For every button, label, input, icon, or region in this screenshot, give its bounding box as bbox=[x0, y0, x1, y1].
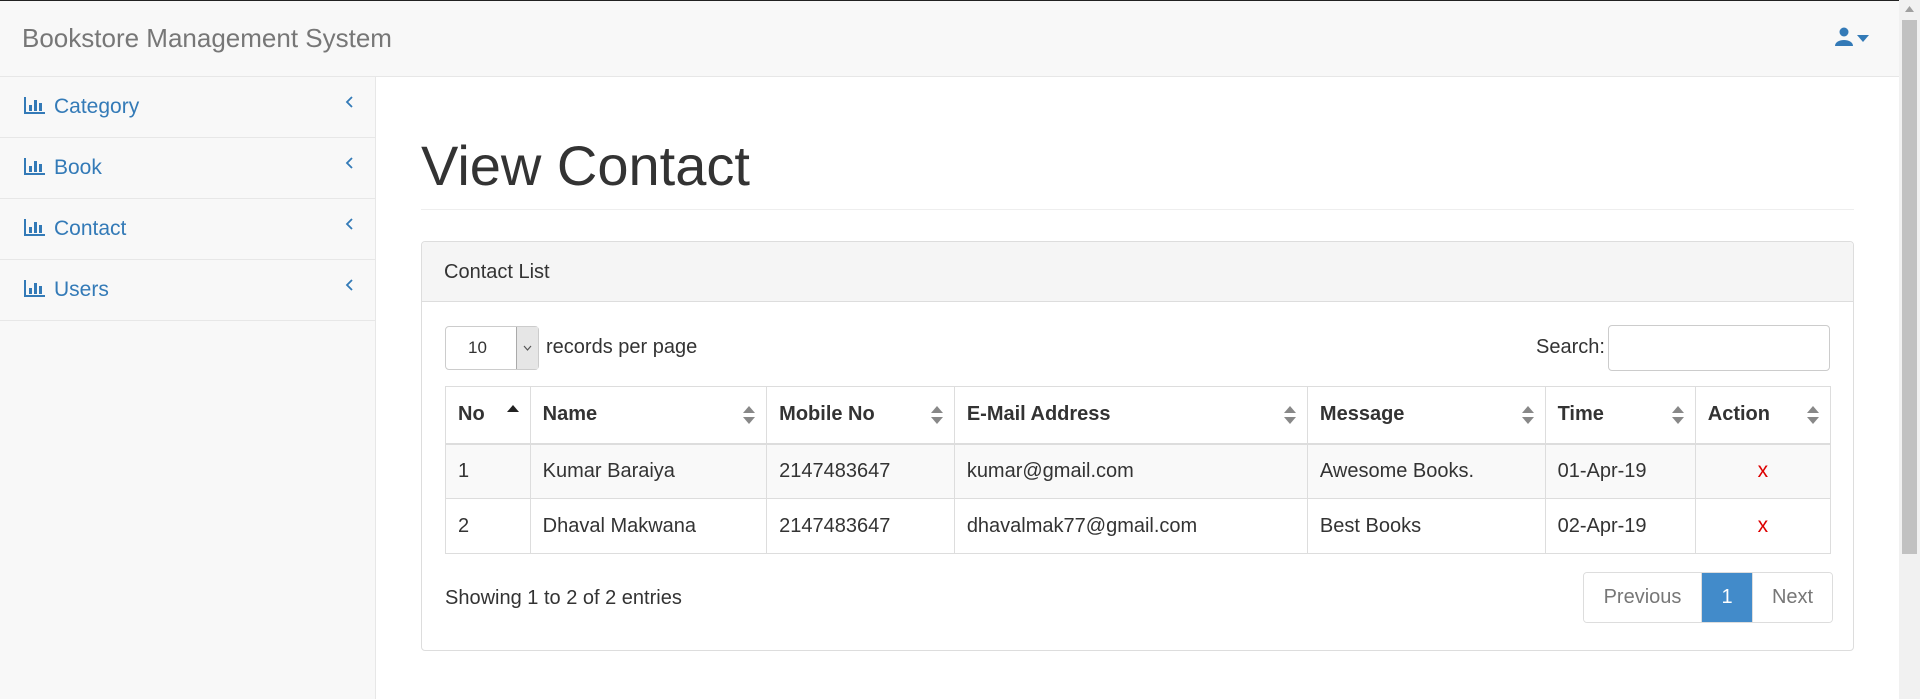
app-title[interactable]: Bookstore Management System bbox=[22, 23, 392, 54]
page-1-button[interactable]: 1 bbox=[1702, 573, 1752, 622]
cell-name: Kumar Baraiya bbox=[529, 443, 768, 499]
next-page-button[interactable]: Next bbox=[1752, 573, 1832, 622]
sidebar-item-label: Contact bbox=[54, 217, 127, 240]
user-icon bbox=[1835, 27, 1853, 51]
records-per-page-select[interactable]: 10 bbox=[445, 326, 539, 370]
sort-icon bbox=[1521, 405, 1535, 431]
caret-down-icon bbox=[1857, 30, 1869, 48]
chevron-left-icon bbox=[345, 156, 353, 174]
cell-email: dhavalmak77@gmail.com bbox=[953, 498, 1308, 554]
column-header-label: Name bbox=[542, 403, 598, 426]
sort-icon bbox=[1671, 405, 1685, 431]
sidebar-item-label: Book bbox=[54, 156, 102, 179]
cell-mobile: 2147483647 bbox=[766, 498, 955, 554]
table-row: 1 Kumar Baraiya 2147483647 kumar@gmail.c… bbox=[445, 443, 1832, 499]
cell-name: Dhaval Makwana bbox=[529, 498, 768, 554]
records-per-page-label: records per page bbox=[546, 336, 698, 358]
bar-chart-icon bbox=[24, 96, 46, 119]
column-header-label: Time bbox=[1557, 403, 1604, 426]
column-header-label: Mobile No bbox=[779, 403, 875, 426]
cell-no: 2 bbox=[445, 498, 531, 554]
column-header-email[interactable]: E-Mail Address bbox=[953, 386, 1308, 445]
sort-icon bbox=[1806, 405, 1820, 431]
column-header-label: Message bbox=[1319, 403, 1405, 426]
user-menu-button[interactable] bbox=[1835, 27, 1869, 51]
records-per-page-value: 10 bbox=[468, 338, 487, 357]
sidebar-item-book[interactable]: Book bbox=[0, 138, 375, 199]
column-header-time[interactable]: Time bbox=[1544, 386, 1696, 445]
column-header-label: No bbox=[458, 403, 485, 426]
search-label: Search: bbox=[1536, 336, 1605, 358]
sidebar: Category Book Contact Users bbox=[0, 77, 376, 699]
search-input[interactable] bbox=[1608, 325, 1830, 371]
chevron-left-icon bbox=[345, 95, 353, 113]
cell-action: x bbox=[1694, 443, 1832, 499]
divider bbox=[421, 209, 1854, 210]
table-header-row: No Name Mobile No E-Mail Address Message… bbox=[445, 386, 1832, 445]
sort-icon bbox=[742, 405, 756, 431]
vertical-scrollbar[interactable] bbox=[1899, 0, 1920, 699]
cell-message: Awesome Books. bbox=[1306, 443, 1546, 499]
cell-no: 1 bbox=[445, 443, 531, 499]
sidebar-item-users[interactable]: Users bbox=[0, 260, 375, 321]
cell-email: kumar@gmail.com bbox=[953, 443, 1308, 499]
scrollbar-thumb[interactable] bbox=[1902, 20, 1917, 554]
table-row: 2 Dhaval Makwana 2147483647 dhavalmak77@… bbox=[445, 498, 1832, 554]
column-header-action[interactable]: Action bbox=[1694, 386, 1832, 445]
chevron-left-icon bbox=[345, 217, 353, 235]
sidebar-item-label: Users bbox=[54, 278, 109, 301]
sidebar-item-category[interactable]: Category bbox=[0, 77, 375, 138]
sidebar-item-label: Category bbox=[54, 95, 140, 118]
delete-button[interactable]: x bbox=[1758, 459, 1769, 482]
sort-ascending-icon bbox=[506, 405, 520, 431]
delete-button[interactable]: x bbox=[1758, 514, 1769, 537]
sort-icon bbox=[930, 405, 944, 431]
cell-time: 01-Apr-19 bbox=[1544, 443, 1696, 499]
bar-chart-icon bbox=[24, 218, 46, 241]
column-header-label: Action bbox=[1707, 403, 1770, 426]
column-header-message[interactable]: Message bbox=[1306, 386, 1546, 445]
sort-icon bbox=[1283, 405, 1297, 431]
contact-list-panel: Contact List 10 records per page Search:… bbox=[421, 241, 1854, 651]
bar-chart-icon bbox=[24, 157, 46, 180]
page-title: View Contact bbox=[421, 134, 750, 197]
column-header-mobile[interactable]: Mobile No bbox=[766, 386, 955, 445]
navbar: Bookstore Management System bbox=[0, 0, 1899, 77]
chevron-left-icon bbox=[345, 278, 353, 296]
chevron-down-icon bbox=[516, 327, 538, 369]
cell-mobile: 2147483647 bbox=[766, 443, 955, 499]
main-content: View Contact Contact List 10 records per… bbox=[376, 77, 1899, 699]
column-header-label: E-Mail Address bbox=[966, 403, 1111, 426]
bar-chart-icon bbox=[24, 279, 46, 302]
previous-page-button[interactable]: Previous bbox=[1584, 573, 1702, 622]
panel-title: Contact List bbox=[422, 242, 1853, 302]
pagination: Previous 1 Next bbox=[1583, 572, 1833, 623]
cell-time: 02-Apr-19 bbox=[1544, 498, 1696, 554]
scroll-up-arrow-icon[interactable] bbox=[1899, 0, 1920, 17]
column-header-no[interactable]: No bbox=[445, 386, 531, 445]
sidebar-item-contact[interactable]: Contact bbox=[0, 199, 375, 260]
cell-action: x bbox=[1694, 498, 1832, 554]
column-header-name[interactable]: Name bbox=[529, 386, 768, 445]
table-info: Showing 1 to 2 of 2 entries bbox=[445, 587, 682, 609]
cell-message: Best Books bbox=[1306, 498, 1546, 554]
contact-table: No Name Mobile No E-Mail Address Message… bbox=[445, 386, 1832, 554]
